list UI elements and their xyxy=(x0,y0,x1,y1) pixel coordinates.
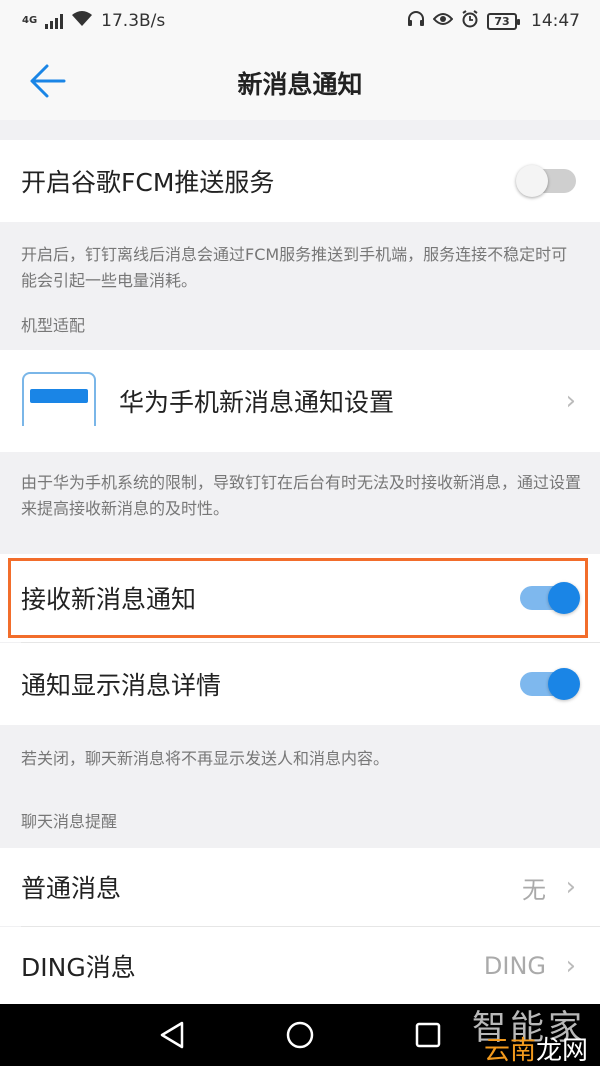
show-details-toggle[interactable] xyxy=(520,668,580,700)
huawei-settings-label: 华为手机新消息通知设置 xyxy=(119,388,395,417)
network-type: 4G xyxy=(22,15,38,26)
chat-alerts-label: 聊天消息提醒 xyxy=(21,812,118,831)
watermark-part-a: 云南 xyxy=(483,1036,536,1066)
fcm-toggle[interactable] xyxy=(516,165,576,197)
receive-notifications-toggle[interactable] xyxy=(520,582,580,614)
status-right: 73 14:47 xyxy=(407,9,580,33)
huawei-description: 由于华为手机系统的限制，导致钉钉在后台有时无法及时接收新消息，通过设置来提高接收… xyxy=(21,473,582,518)
alarm-icon xyxy=(461,9,479,33)
ding-message-row[interactable]: DING消息 DING › xyxy=(0,927,600,1004)
status-left: 4G 17.3B/s xyxy=(22,10,165,32)
show-details-row[interactable]: 通知显示消息详情 xyxy=(0,643,600,725)
home-circle-icon[interactable] xyxy=(285,1020,315,1054)
status-bar: 4G 17.3B/s 73 14:47 xyxy=(0,0,600,42)
fcm-description: 开启后，钉钉离线后消息会通过FCM服务推送到手机端，服务连接不稳定时可能会引起一… xyxy=(21,245,568,290)
back-triangle-icon[interactable] xyxy=(158,1020,186,1054)
device-section-label: 机型适配 xyxy=(21,316,86,335)
wifi-icon xyxy=(71,10,93,32)
eye-icon xyxy=(432,11,454,31)
fcm-label: 开启谷歌FCM推送服务 xyxy=(21,168,275,197)
normal-message-value: 无 xyxy=(522,875,546,904)
signal-icon xyxy=(45,13,64,29)
recents-square-icon[interactable] xyxy=(414,1020,442,1054)
chevron-right-icon: › xyxy=(565,950,576,981)
headphones-icon xyxy=(407,10,425,33)
show-details-label: 通知显示消息详情 xyxy=(21,671,222,700)
watermark-part-b: 龙网 xyxy=(535,1036,588,1066)
clock: 14:47 xyxy=(531,11,580,31)
normal-message-label: 普通消息 xyxy=(21,874,122,903)
chevron-right-icon: › xyxy=(565,386,576,416)
huawei-settings-row[interactable]: 华为手机新消息通知设置 › xyxy=(0,350,600,452)
ding-message-label: DING消息 xyxy=(21,952,136,982)
receive-notifications-label: 接收新消息通知 xyxy=(21,585,197,614)
details-description: 若关闭，聊天新消息将不再显示发送人和消息内容。 xyxy=(21,749,390,768)
toggle-knob xyxy=(516,165,548,197)
chevron-right-icon: › xyxy=(565,872,576,902)
battery-icon: 73 xyxy=(487,12,520,30)
network-speed: 17.3B/s xyxy=(101,11,166,31)
toggle-knob xyxy=(548,668,580,700)
page-title: 新消息通知 xyxy=(237,70,363,99)
phone-screen-icon xyxy=(22,372,96,426)
watermark-bottom: 云南龙网 xyxy=(484,1030,588,1066)
toggle-knob xyxy=(548,582,580,614)
receive-notifications-row[interactable]: 接收新消息通知 xyxy=(0,554,600,642)
normal-message-row[interactable]: 普通消息 无 › xyxy=(0,848,600,926)
nav-bar: 新消息通知 xyxy=(0,42,600,120)
ding-message-value: DING xyxy=(483,951,546,980)
fcm-row[interactable]: 开启谷歌FCM推送服务 xyxy=(0,140,600,222)
